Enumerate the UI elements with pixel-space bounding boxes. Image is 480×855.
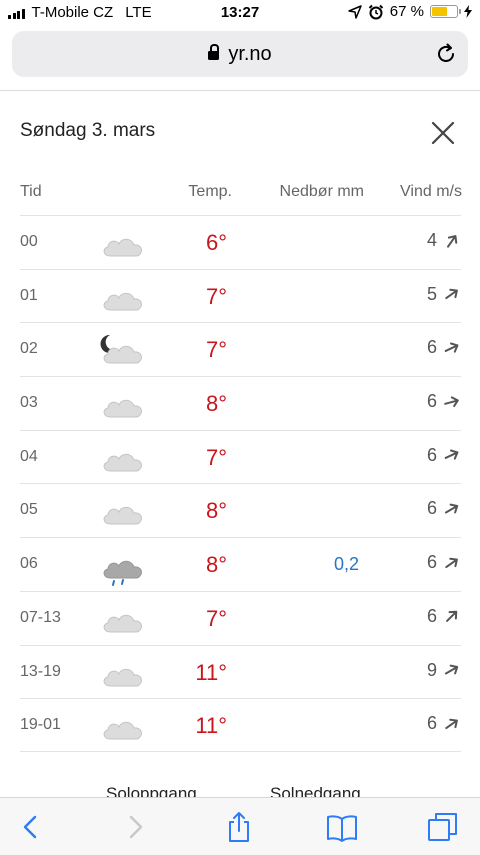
wind-speed: 5: [426, 283, 437, 304]
wind-direction-arrow-icon: [444, 395, 459, 407]
charging-bolt-icon: [464, 5, 472, 18]
header-temp: Temp.: [188, 183, 232, 200]
column-headers: Tid Temp. Nedbør mm Vind m/s: [0, 183, 480, 205]
row-wind: 6: [427, 498, 461, 519]
forecast-row[interactable]: 19-01 11° 6: [20, 698, 461, 752]
wind-direction-arrow-icon: [446, 611, 458, 623]
row-precipitation: 0,2: [333, 554, 359, 575]
row-wind: 4: [427, 230, 461, 251]
row-wind: 5: [427, 284, 461, 305]
wind-direction-arrow-icon: [444, 449, 459, 460]
row-time: 13-19: [20, 662, 61, 680]
status-bar: T-Mobile CZ LTE 13:27 67 %: [0, 0, 480, 26]
header-time: Tid: [20, 183, 42, 200]
wind-direction-arrow-icon: [445, 557, 458, 568]
location-arrow-icon: [348, 4, 362, 19]
battery-icon: [430, 5, 461, 18]
cloud-icon: [98, 441, 148, 477]
row-time: 19-01: [20, 716, 61, 734]
day-title: Søndag 3. mars: [20, 120, 156, 141]
battery-percent: 67 %: [389, 3, 424, 20]
cloud-icon: [98, 226, 148, 262]
cloud-icon: [98, 280, 148, 316]
row-time: 05: [20, 501, 38, 519]
forecast-table: 00 6° 4 01 7° 5 02 7° 6 03 8° 6 04 7° 6 05 8° 6 06 8° 0,2 6 07…: [0, 215, 480, 752]
reload-icon[interactable]: [434, 42, 458, 66]
forecast-row[interactable]: 13-19 11° 9: [20, 644, 461, 699]
row-temperature: 11°: [195, 659, 227, 685]
forecast-row[interactable]: 04 7° 6: [20, 429, 461, 484]
url-text: yr.no: [228, 43, 272, 65]
wind-speed: 6: [426, 713, 437, 734]
url-display[interactable]: yr.no: [12, 43, 468, 66]
status-right: 67 %: [348, 3, 472, 20]
wind-speed: 6: [426, 391, 437, 412]
wind-direction-arrow-icon: [446, 234, 458, 248]
row-temperature: 8°: [205, 498, 227, 524]
tabs-icon[interactable]: [426, 810, 460, 844]
wind-direction-arrow-icon: [444, 342, 459, 353]
row-temperature: 7°: [205, 605, 227, 631]
header-wind: Vind m/s: [400, 183, 462, 200]
cloud-icon: [98, 494, 148, 530]
cloud-icon: [98, 709, 148, 745]
forecast-row[interactable]: 02 7° 6: [20, 322, 461, 376]
forecast-row[interactable]: 03 8° 6: [20, 376, 461, 430]
wind-speed: 6: [426, 337, 437, 358]
row-wind: 6: [427, 391, 461, 412]
row-wind: 6: [427, 445, 461, 466]
wind-direction-arrow-icon: [444, 503, 459, 514]
row-temperature: 7°: [205, 283, 227, 309]
row-time: 02: [20, 340, 38, 358]
rain-cloud-icon: [98, 548, 148, 587]
wind-direction-arrow-icon: [445, 718, 458, 729]
address-bar[interactable]: yr.no: [12, 31, 468, 77]
row-temperature: 11°: [195, 713, 227, 739]
row-wind: 6: [427, 552, 461, 573]
wind-speed: 6: [426, 552, 437, 573]
alarm-icon: [368, 4, 384, 19]
row-time: 03: [20, 394, 38, 412]
row-time: 06: [20, 555, 38, 573]
row-wind: 6: [427, 713, 461, 734]
forward-icon[interactable]: [118, 810, 152, 844]
wind-speed: 9: [426, 659, 437, 680]
cloud-icon: [98, 602, 148, 638]
close-icon[interactable]: [430, 120, 456, 146]
share-icon[interactable]: [222, 810, 256, 844]
row-temperature: 8°: [205, 552, 227, 578]
row-temperature: 8°: [205, 391, 227, 417]
wind-direction-arrow-icon: [444, 664, 459, 675]
wind-speed: 6: [426, 605, 437, 626]
row-wind: 6: [427, 337, 461, 358]
row-time: 07-13: [20, 608, 61, 626]
row-wind: 9: [427, 660, 461, 681]
row-wind: 6: [427, 606, 461, 627]
wind-speed: 4: [426, 230, 437, 250]
wind-speed: 6: [426, 444, 437, 465]
forecast-row[interactable]: 06 8° 0,2 6: [20, 537, 461, 591]
moon-cloud-icon: [98, 333, 148, 369]
cloud-icon: [98, 387, 148, 423]
forecast-row[interactable]: 00 6° 4: [20, 215, 461, 269]
header-precipitation: Nedbør mm: [279, 183, 364, 200]
forecast-row[interactable]: 05 8° 6: [20, 483, 461, 537]
wind-direction-arrow-icon: [445, 288, 458, 300]
bookmarks-icon[interactable]: [325, 810, 359, 844]
row-temperature: 7°: [205, 444, 227, 470]
back-icon[interactable]: [14, 810, 48, 844]
row-temperature: 7°: [205, 337, 227, 363]
wind-speed: 6: [426, 498, 437, 519]
row-time: 01: [20, 286, 38, 304]
divider: [0, 90, 480, 91]
lock-icon: [208, 44, 220, 60]
browser-toolbar: [0, 797, 480, 855]
row-time: 04: [20, 447, 38, 465]
forecast-row[interactable]: 07-13 7° 6: [20, 590, 461, 645]
cloud-icon: [98, 656, 148, 692]
forecast-row[interactable]: 01 7° 5: [20, 268, 461, 323]
row-temperature: 6°: [205, 230, 227, 255]
row-time: 00: [20, 233, 38, 250]
